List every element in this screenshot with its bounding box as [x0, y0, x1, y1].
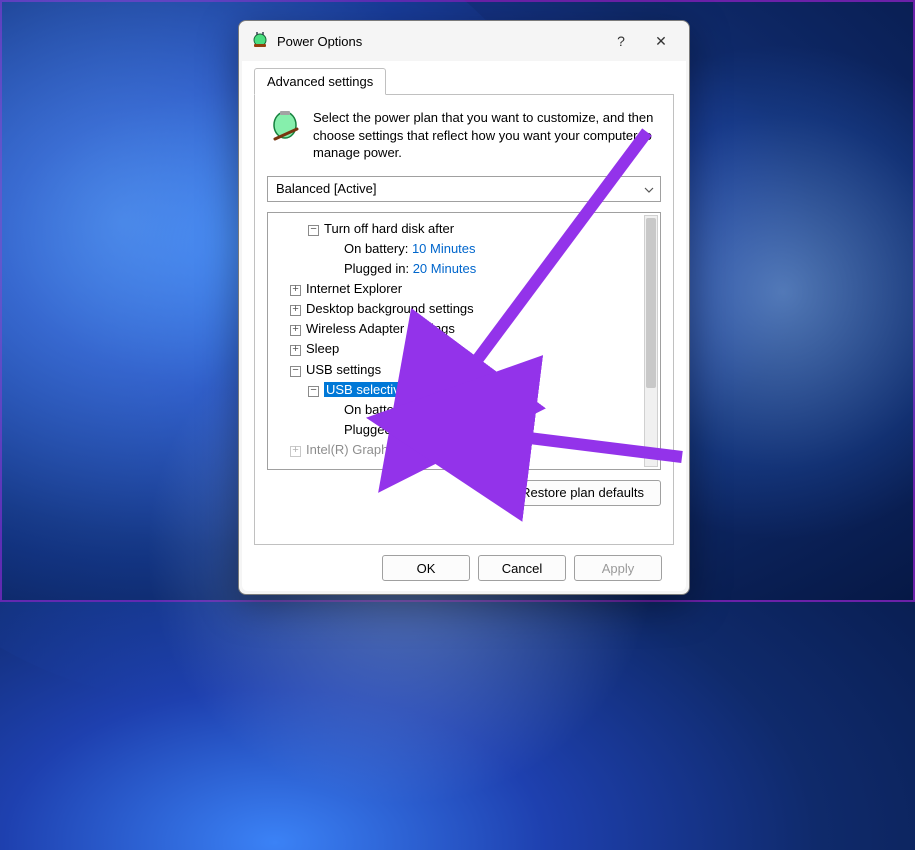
tab-advanced-settings[interactable]: Advanced settings [254, 68, 386, 95]
scrollbar-thumb[interactable] [646, 218, 656, 388]
tree-item-desktop-bg[interactable]: +Desktop background settings [272, 299, 656, 319]
dialog-body: Advanced settings Select the power plan … [242, 61, 686, 591]
tree-value-hd-battery[interactable]: On battery: 10 Minutes [272, 239, 656, 259]
tree-item-wireless[interactable]: +Wireless Adapter Settings [272, 319, 656, 339]
tree-value-hd-plugged[interactable]: Plugged in: 20 Minutes [272, 259, 656, 279]
tree-item-usb[interactable]: −USB settings [272, 360, 656, 380]
power-plan-dropdown[interactable]: Balanced [Active] [267, 176, 661, 202]
chevron-down-icon [644, 181, 654, 196]
tree-item-sleep[interactable]: +Sleep [272, 339, 656, 359]
expand-icon[interactable]: + [290, 285, 301, 296]
dropdown-selected: Balanced [Active] [276, 181, 376, 196]
power-options-dialog: Power Options ? ✕ Advanced settings Sele… [238, 20, 690, 595]
collapse-icon[interactable]: − [290, 366, 301, 377]
tree-value-usb-battery[interactable]: On battery: Enabled [272, 400, 656, 420]
tree-value-usb-plugged[interactable]: Plugged in: Enabled [272, 420, 656, 440]
tab-panel: Select the power plan that you want to c… [254, 95, 674, 545]
expand-icon[interactable]: + [290, 345, 301, 356]
settings-tree[interactable]: −Turn off hard disk after On battery: 10… [267, 212, 661, 470]
tree-item-ie[interactable]: +Internet Explorer [272, 279, 656, 299]
apply-button: Apply [574, 555, 662, 581]
restore-defaults-button[interactable]: Restore plan defaults [504, 480, 661, 506]
battery-icon [267, 109, 303, 162]
tree-item-usb-selective[interactable]: −USB selective suspend setting [272, 380, 656, 400]
tab-strip: Advanced settings [254, 67, 674, 95]
ok-button[interactable]: OK [382, 555, 470, 581]
dialog-footer: OK Cancel Apply [254, 545, 674, 581]
scrollbar[interactable] [644, 215, 658, 467]
titlebar[interactable]: Power Options ? ✕ [239, 21, 689, 61]
expand-icon[interactable]: + [290, 446, 301, 457]
expand-icon[interactable]: + [290, 325, 301, 336]
collapse-icon[interactable]: − [308, 225, 319, 236]
description-text: Select the power plan that you want to c… [313, 109, 661, 162]
window-title: Power Options [277, 34, 601, 49]
close-button[interactable]: ✕ [641, 25, 681, 57]
tree-item-hard-disk[interactable]: −Turn off hard disk after [272, 219, 656, 239]
cancel-button[interactable]: Cancel [478, 555, 566, 581]
expand-icon[interactable]: + [290, 305, 301, 316]
collapse-icon[interactable]: − [308, 386, 319, 397]
tree-item-graphics[interactable]: +Intel(R) Graphics Settings [272, 440, 656, 460]
power-plug-icon [251, 32, 269, 50]
help-button[interactable]: ? [601, 25, 641, 57]
close-icon: ✕ [655, 33, 667, 50]
